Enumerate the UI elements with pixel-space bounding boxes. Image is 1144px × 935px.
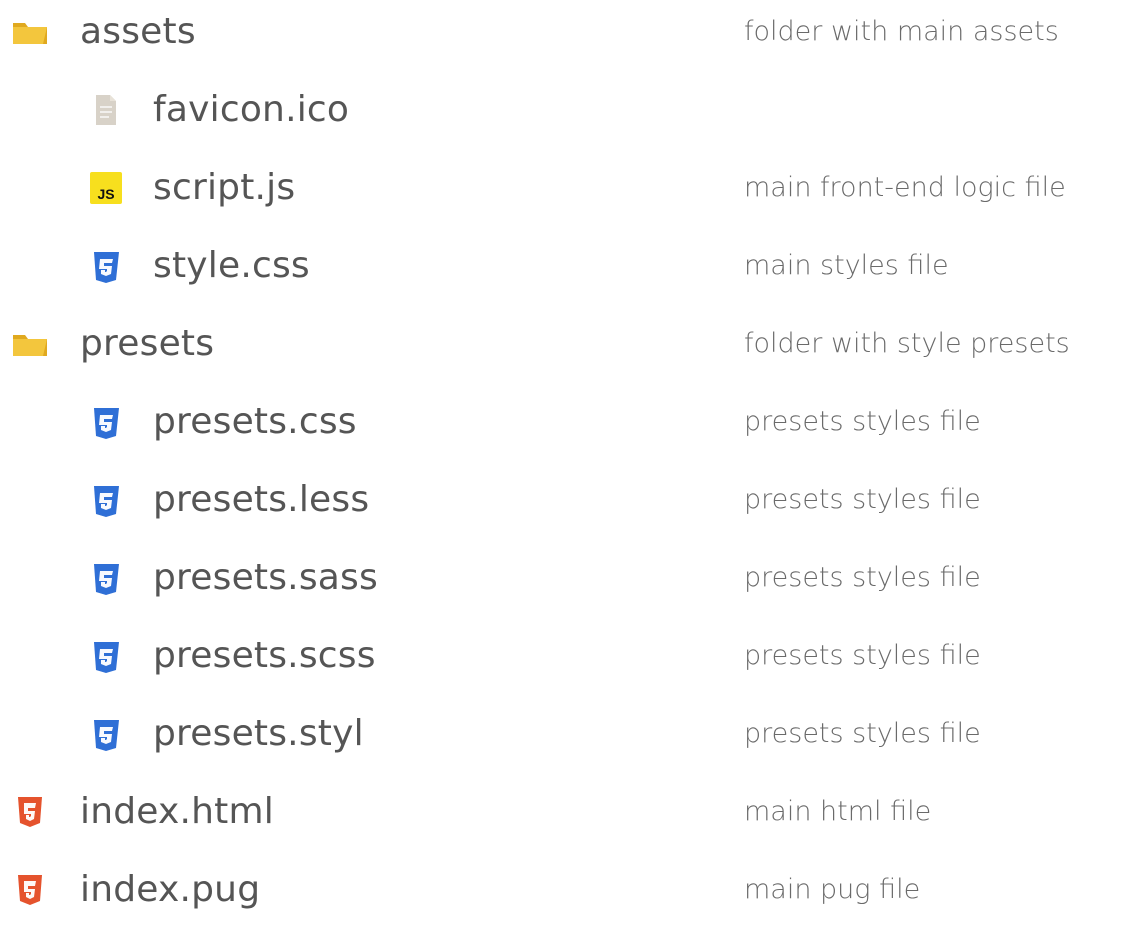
tree-row-assets[interactable]: assets folder with main assets (0, 0, 1144, 64)
tree-item-description: main pug file (744, 874, 921, 905)
tree-item-description: folder with style presets (744, 328, 1070, 359)
file-icon (86, 90, 126, 130)
tree-row-presets-scss[interactable]: presets.scss presets styles file (0, 624, 1144, 688)
tree-item-name: assets (80, 11, 196, 52)
tree-item-name: presets (80, 323, 215, 364)
css-icon (86, 246, 126, 286)
tree-row-index-html[interactable]: index.html main html file (0, 780, 1144, 844)
tree-item-description: presets styles file (744, 562, 981, 593)
tree-item-description: presets styles file (744, 406, 981, 437)
folder-icon (10, 324, 50, 364)
tree-item-name: style.css (153, 245, 310, 286)
tree-item-name: presets.scss (153, 635, 376, 676)
css-icon (86, 636, 126, 676)
tree-item-description: presets styles file (744, 484, 981, 515)
tree-item-description: main html file (744, 796, 932, 827)
tree-row-presets-less[interactable]: presets.less presets styles file (0, 468, 1144, 532)
tree-item-description: folder with main assets (744, 16, 1059, 47)
tree-item-description: presets styles file (744, 718, 981, 749)
tree-row-script-js[interactable]: JS script.js main front-end logic file (0, 156, 1144, 220)
tree-item-name: presets.less (153, 479, 370, 520)
tree-row-presets-styl[interactable]: presets.styl presets styles file (0, 702, 1144, 766)
tree-item-name: presets.css (153, 401, 357, 442)
folder-icon (10, 12, 50, 52)
tree-item-name: index.pug (80, 869, 261, 910)
tree-item-name: script.js (153, 167, 296, 208)
tree-row-presets[interactable]: presets folder with style presets (0, 312, 1144, 376)
tree-row-style-css[interactable]: style.css main styles file (0, 234, 1144, 298)
tree-row-presets-css[interactable]: presets.css presets styles file (0, 390, 1144, 454)
tree-item-name: presets.styl (153, 713, 364, 754)
js-icon: JS (86, 168, 126, 208)
tree-item-name: presets.sass (153, 557, 378, 598)
css-icon (86, 480, 126, 520)
tree-item-description: main front-end logic file (744, 172, 1066, 203)
svg-text:JS: JS (97, 186, 114, 202)
tree-item-name: favicon.ico (153, 89, 350, 130)
css-icon (86, 558, 126, 598)
tree-item-description: main styles file (744, 250, 949, 281)
css-icon (86, 714, 126, 754)
file-tree: assets folder with main assets favicon.i… (0, 0, 1144, 935)
tree-row-favicon-ico[interactable]: favicon.ico (0, 78, 1144, 142)
tree-item-name: index.html (80, 791, 274, 832)
tree-item-description: presets styles file (744, 640, 981, 671)
tree-row-index-pug[interactable]: index.pug main pug file (0, 858, 1144, 922)
css-icon (86, 402, 126, 442)
html-icon (10, 870, 50, 910)
tree-row-presets-sass[interactable]: presets.sass presets styles file (0, 546, 1144, 610)
html-icon (10, 792, 50, 832)
